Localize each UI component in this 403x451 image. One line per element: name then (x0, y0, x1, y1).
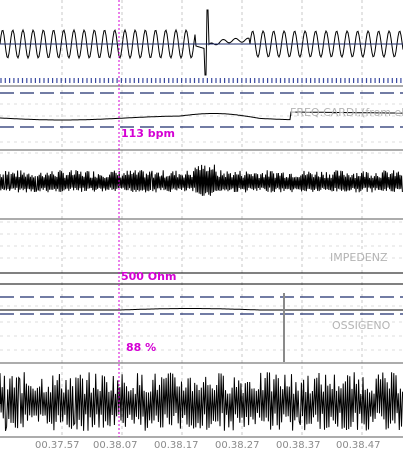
event-marker-row (0, 78, 402, 83)
channel-label-heart-rate: FREQ.CARDI.(from ele (290, 106, 403, 119)
time-tick: 00.38.17 (154, 440, 199, 451)
time-tick: 00.37.57 (35, 440, 80, 451)
time-tick: 00.38.27 (215, 440, 260, 451)
impedance-value: 500 Ohm (121, 270, 176, 283)
channel-label-oxygen: OSSIGENO (332, 319, 391, 332)
grid (0, 0, 403, 435)
ecg-trace (0, 164, 403, 196)
heart-rate-value: 113 bpm (121, 127, 175, 140)
channel-label-impedance: IMPEDENZ (330, 251, 388, 264)
oxygen-value: 88 % (126, 341, 156, 354)
time-tick: 00.38.07 (93, 440, 138, 451)
pleth-trace (0, 372, 403, 432)
time-tick: 00.38.37 (276, 440, 321, 451)
respiration-trace (0, 9, 403, 76)
trace-viewer[interactable]: FREQ.CARDI.(from ele 113 bpm IMPEDENZ 50… (0, 0, 403, 451)
trace-canvas[interactable]: FREQ.CARDI.(from ele 113 bpm IMPEDENZ 50… (0, 0, 403, 451)
time-axis: 00.37.57 00.38.07 00.38.17 00.38.27 00.3… (35, 440, 381, 451)
oxygen-trace (0, 308, 403, 311)
time-tick: 00.38.47 (336, 440, 381, 451)
